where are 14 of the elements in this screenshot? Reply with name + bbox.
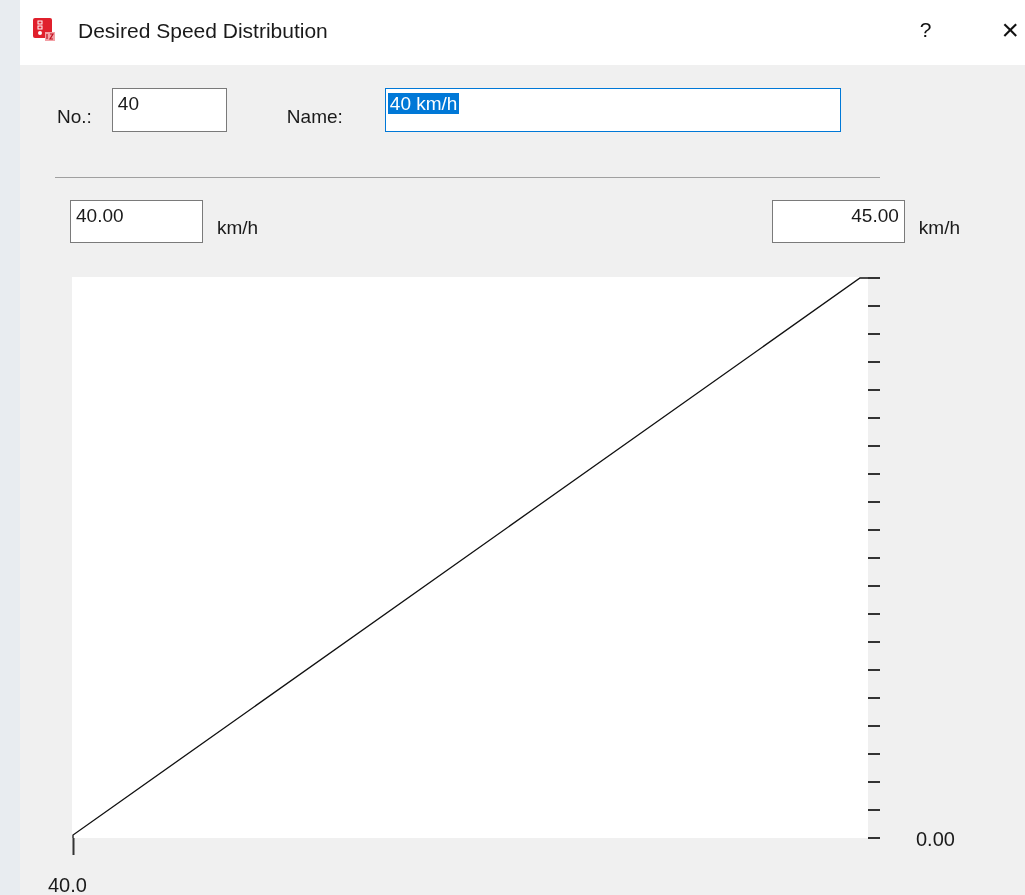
number-field[interactable]: 40 — [111, 88, 227, 132]
axis-label: 0.00 — [916, 828, 955, 851]
app-icon — [33, 17, 57, 42]
close-button[interactable]: × — [1001, 12, 1019, 47]
axis-label: 40.0 — [48, 874, 87, 895]
max-speed-field[interactable]: 45.00 — [771, 200, 905, 243]
unit-label: km/h — [217, 216, 259, 239]
name-field[interactable]: 40 km/h — [384, 88, 841, 132]
field-label: No.: — [57, 106, 92, 128]
field-label: Name: — [286, 106, 343, 128]
unit-label: km/h — [918, 216, 960, 239]
min-speed-field[interactable]: 40.00 — [70, 200, 203, 243]
window-title: Desired Speed Distribution — [78, 18, 328, 43]
help-button[interactable]: ? — [919, 17, 932, 42]
